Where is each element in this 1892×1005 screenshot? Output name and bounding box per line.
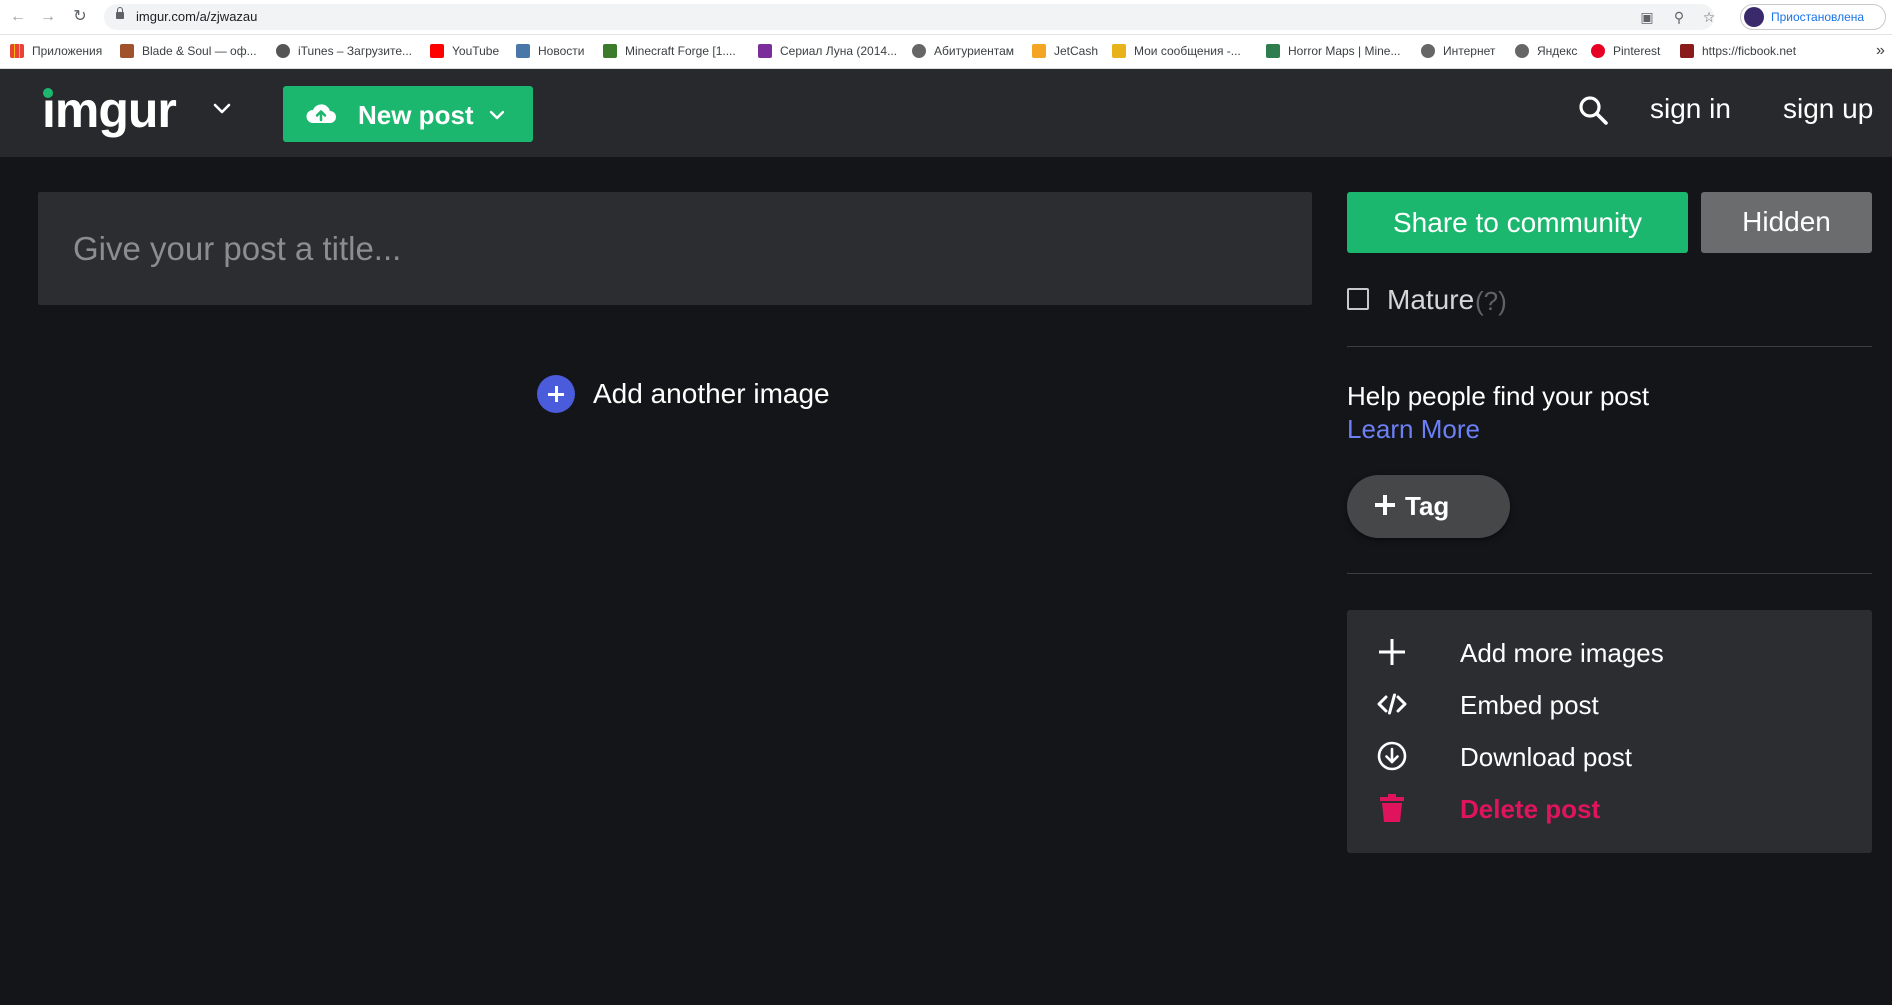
profile-label: Приостановлена [1771,10,1865,24]
delete-post-label: Delete post [1460,794,1601,824]
forward-icon[interactable]: → [38,7,58,27]
bookmark-applicants[interactable]: Абитуриентам [912,42,1014,60]
bookmark-minecraft-forge[interactable]: Minecraft Forge [1.... [603,42,736,60]
divider [1347,346,1872,347]
back-icon[interactable]: ← [8,7,28,27]
globe-icon [912,44,926,58]
sign-up-link[interactable]: sign up [1783,93,1873,125]
download-post-label: Download post [1460,742,1632,772]
plus-circle-icon [537,375,575,413]
star-icon[interactable]: ☆ [1701,9,1717,25]
tags-help-text: Help people find your post [1347,381,1650,411]
ficbook-icon [1680,44,1694,58]
bookmark-messages[interactable]: Мои сообщения -... [1112,42,1241,60]
address-bar[interactable]: imgur.com/a/zjwazau ▣ ⚲ ☆ [104,4,1717,30]
jetcash-icon [1032,44,1046,58]
url-text: imgur.com/a/zjwazau [136,9,258,24]
embed-post-label: Embed post [1460,690,1599,720]
globe-icon [1515,44,1529,58]
globe-icon [1421,44,1435,58]
visibility-hidden-button[interactable]: Hidden [1701,192,1872,253]
series-icon [758,44,772,58]
lock-icon [116,7,124,19]
new-post-button[interactable]: New post [283,86,533,142]
plus-icon [1375,495,1395,515]
logo-dot [43,88,53,98]
new-post-label: New post [358,100,474,130]
apple-icon [276,44,290,58]
minecraft-icon [603,44,617,58]
share-to-community-button[interactable]: Share to community [1347,192,1688,253]
browser-toolbar: ← → ↻ imgur.com/a/zjwazau ▣ ⚲ ☆ Приостан… [0,0,1892,35]
mature-label[interactable]: Mature [1387,284,1474,316]
tag-label: Tag [1405,491,1450,521]
plus-icon [1379,639,1405,665]
search-icon[interactable] [1577,94,1609,126]
mature-checkbox[interactable] [1347,288,1369,310]
bookmark-pinterest[interactable]: Pinterest [1591,42,1660,60]
bookmark-horror-maps[interactable]: Horror Maps | Mine... [1266,42,1400,60]
bookmark-series[interactable]: Сериал Луна (2014... [758,42,897,60]
vk-icon [516,44,530,58]
post-title-input[interactable] [38,192,1312,305]
trash-icon [1380,794,1404,822]
bookmarks-bar: Приложения Blade & Soul — оф... iTunes –… [0,35,1892,69]
bookmark-jetcash[interactable]: JetCash [1032,42,1098,60]
bookmark-apps[interactable]: Приложения [10,42,102,60]
bookmarks-overflow-icon[interactable]: » [1876,42,1885,60]
bookmark-ficbook[interactable]: https://ficbook.net [1680,42,1796,60]
chevron-down-icon [489,110,505,120]
site-header: imgur New post sign in sign up [0,69,1892,157]
learn-more-link[interactable]: Learn More [1347,414,1480,445]
translate-icon[interactable]: ▣ [1639,9,1655,25]
add-another-image-label: Add another image [593,378,830,409]
add-tag-button[interactable]: Tag [1347,475,1510,538]
chevron-down-icon[interactable] [212,99,232,119]
bookmark-youtube[interactable]: YouTube [430,42,499,60]
cloud-upload-icon [306,104,336,123]
pinterest-icon [1591,44,1605,58]
mature-help-link[interactable]: (?) [1475,286,1507,317]
post-title-box [38,192,1312,305]
avatar [1744,7,1764,27]
bookmark-itunes[interactable]: iTunes – Загрузите... [276,42,412,60]
divider [1347,573,1872,574]
messages-icon [1112,44,1126,58]
apps-grid-icon [10,44,24,58]
bookmark-yandex[interactable]: Яндекс [1515,42,1577,60]
profile-button[interactable]: Приостановлена [1740,4,1886,30]
add-more-images-label: Add more images [1460,638,1664,668]
horror-maps-icon [1266,44,1280,58]
reload-icon[interactable]: ↻ [70,7,90,27]
zoom-icon[interactable]: ⚲ [1671,9,1687,25]
imgur-logo[interactable]: imgur [42,81,177,139]
download-icon [1377,741,1407,771]
sign-in-link[interactable]: sign in [1650,93,1731,125]
bookmark-news[interactable]: Новости [516,42,584,60]
code-icon [1377,693,1407,715]
youtube-icon [430,44,444,58]
post-actions-panel: Add more images Embed post Download post… [1347,610,1872,853]
bookmark-blade-soul[interactable]: Blade & Soul — оф... [120,42,257,60]
blade-soul-icon [120,44,134,58]
bookmark-internet[interactable]: Интернет [1421,42,1495,60]
